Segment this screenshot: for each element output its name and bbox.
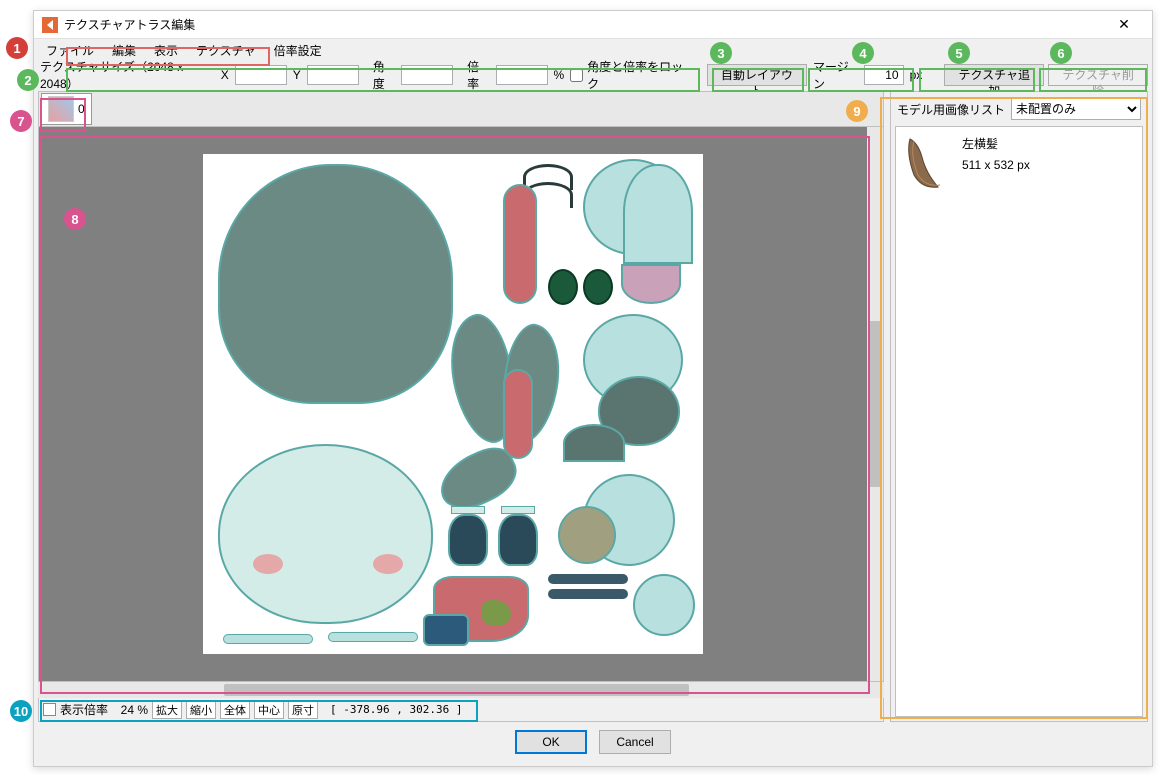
callout-1: 1 <box>6 37 28 59</box>
callout-6: 6 <box>1050 42 1072 64</box>
body: 0 <box>34 89 1152 766</box>
zoom-value: 24 % <box>112 703 148 717</box>
close-icon[interactable]: ✕ <box>1104 16 1144 33</box>
callout-2: 2 <box>17 69 39 91</box>
delete-texture-button: テクスチャ削除 <box>1048 64 1148 86</box>
callout-8: 8 <box>64 208 86 230</box>
lock-label: 角度と倍率をロック <box>587 58 687 92</box>
main-row: 0 <box>38 91 1148 722</box>
vscroll-thumb[interactable] <box>869 321 881 487</box>
add-texture-button[interactable]: テクスチャ追加 <box>944 64 1044 86</box>
horizontal-scrollbar[interactable] <box>38 682 884 698</box>
dialog-buttons: OK Cancel <box>38 722 1148 762</box>
zoom-out-button[interactable]: 縮小 <box>186 701 216 719</box>
callout-9: 9 <box>846 100 868 122</box>
window-title: テクスチャアトラス編集 <box>64 16 1104 33</box>
x-label: X <box>219 68 231 82</box>
canvas-viewport[interactable] <box>39 127 867 681</box>
model-image-filter-select[interactable]: 未配置のみ <box>1011 98 1141 120</box>
actual-size-button[interactable]: 原寸 <box>288 701 318 719</box>
lock-checkbox[interactable] <box>570 69 583 82</box>
scale-unit: % <box>552 68 567 82</box>
texture-tabstrip: 0 <box>38 91 884 127</box>
menu-scale[interactable]: 倍率設定 <box>266 40 330 61</box>
status-checkbox[interactable] <box>43 703 56 716</box>
y-label: Y <box>291 68 303 82</box>
statusbar: 表示倍率 24 % 拡大 縮小 全体 中心 原寸 [ -378.96 , 302… <box>38 698 884 722</box>
ok-button[interactable]: OK <box>515 730 587 754</box>
margin-label: マージン <box>811 58 860 92</box>
item-thumb <box>904 135 952 191</box>
titlebar: テクスチャアトラス編集 ✕ <box>34 11 1152 39</box>
auto-layout-button[interactable]: 自動レイアウト <box>707 64 807 86</box>
model-image-list[interactable]: 左横髪 511 x 532 px <box>895 126 1143 717</box>
angle-label: 角度 <box>371 58 397 92</box>
left-column: 0 <box>38 91 884 722</box>
margin-input[interactable] <box>864 65 904 85</box>
texture-canvas[interactable] <box>203 154 703 654</box>
callout-10: 10 <box>10 700 32 722</box>
scale-input[interactable] <box>496 65 548 85</box>
tab-index: 0 <box>78 102 85 116</box>
cursor-coords: [ -378.96 , 302.36 ] <box>330 703 462 716</box>
model-image-header: モデル用画像リスト 未配置のみ <box>891 92 1147 126</box>
fit-all-button[interactable]: 全体 <box>220 701 250 719</box>
texture-atlas-window: テクスチャアトラス編集 ✕ ファイル 編集 表示 テクスチャ 倍率設定 テクスチ… <box>33 10 1153 767</box>
tab-thumb-icon <box>48 96 74 122</box>
callout-5: 5 <box>948 42 970 64</box>
list-item[interactable]: 左横髪 511 x 532 px <box>896 127 1142 199</box>
texture-tab-0[interactable]: 0 <box>41 93 92 125</box>
zoom-label: 表示倍率 <box>60 701 108 718</box>
callout-4: 4 <box>852 42 874 64</box>
lock-angle-scale-check[interactable]: 角度と倍率をロック <box>570 58 687 92</box>
vertical-scrollbar[interactable] <box>867 127 883 681</box>
center-button[interactable]: 中心 <box>254 701 284 719</box>
item-dims: 511 x 532 px <box>962 158 1030 172</box>
callout-3: 3 <box>710 42 732 64</box>
zoom-in-button[interactable]: 拡大 <box>152 701 182 719</box>
angle-input[interactable] <box>401 65 453 85</box>
canvas-area <box>38 127 884 682</box>
app-icon <box>42 17 58 33</box>
callout-7: 7 <box>10 110 32 132</box>
hair-icon <box>904 135 952 191</box>
item-name: 左横髪 <box>962 135 1030 152</box>
model-image-panel: モデル用画像リスト 未配置のみ 左横髪 <box>890 91 1148 722</box>
x-input[interactable] <box>235 65 287 85</box>
cancel-button[interactable]: Cancel <box>599 730 671 754</box>
toolbar: テクスチャサイズ（2048 x 2048） X Y 角度 倍率 % 角度と倍率を… <box>34 61 1152 89</box>
texture-size-label: テクスチャサイズ（2048 x 2048） <box>38 58 215 92</box>
y-input[interactable] <box>307 65 359 85</box>
scale-label: 倍率 <box>465 58 491 92</box>
model-image-list-label: モデル用画像リスト <box>897 101 1005 118</box>
hscroll-thumb[interactable] <box>224 684 689 696</box>
margin-unit: px <box>908 68 925 82</box>
